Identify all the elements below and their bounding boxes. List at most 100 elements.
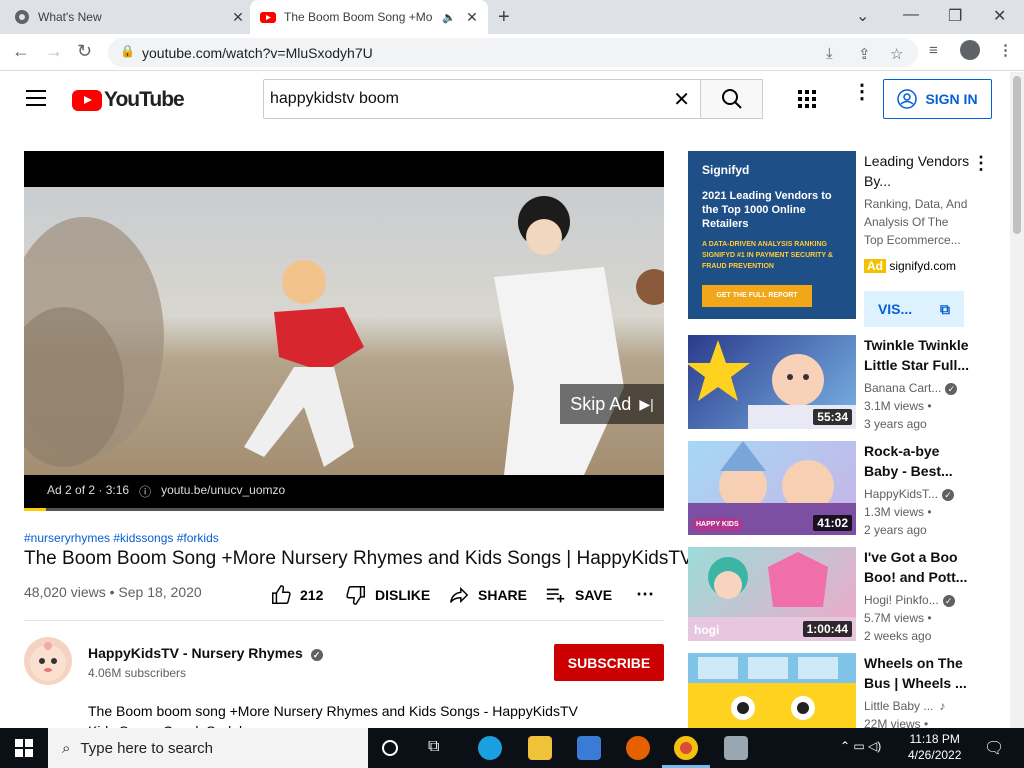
close-tab-icon[interactable]: ✕ [230, 9, 246, 26]
video-frame [24, 187, 664, 475]
ad-info-icon[interactable]: ⓘ [139, 483, 151, 500]
save-button[interactable]: SAVE [545, 584, 612, 606]
install-app-icon[interactable]: ⤓ [826, 45, 833, 62]
taskbar-search-box[interactable]: ⌕ Type here to search [48, 728, 368, 768]
share-icon [450, 586, 469, 604]
ad-progress-bar[interactable] [24, 508, 664, 511]
close-window-button[interactable]: ✕ [993, 6, 1006, 26]
store-icon[interactable] [577, 736, 601, 760]
video-views: 1.3M views • [864, 505, 932, 519]
clear-search-icon[interactable]: ✕ [673, 87, 690, 112]
app-icon[interactable] [724, 736, 748, 760]
new-tab-button[interactable]: + [498, 6, 510, 29]
edge-icon[interactable] [478, 736, 502, 760]
video-thumbnail[interactable] [688, 653, 856, 728]
sidebar-ad-card[interactable]: Signifyd 2021 Leading Vendors to the Top… [688, 151, 998, 327]
video-channel[interactable]: Hogi! Pinkfo... ✓ [864, 591, 955, 609]
video-channel[interactable]: Banana Cart... ✓ [864, 379, 958, 397]
video-duration: 1:00:44 [802, 621, 852, 637]
settings-menu-icon[interactable]: ⋮ [852, 82, 872, 102]
sign-in-button[interactable]: SIGN IN [883, 79, 992, 119]
verified-icon: ✓ [310, 649, 323, 661]
apps-grid-icon[interactable] [798, 90, 816, 108]
ad-menu-icon[interactable]: ⋮ [972, 153, 990, 174]
share-button[interactable]: SHARE [448, 584, 527, 606]
sidebar-video-card[interactable]: Wheels on The Bus | Wheels ... Little Ba… [688, 653, 998, 728]
task-view-icon[interactable]: ⧉ [428, 738, 452, 762]
video-channel[interactable]: Little Baby ... ♪ [864, 697, 945, 715]
video-frame-illustration [24, 196, 664, 475]
channel-label: HappyKidsT... [864, 487, 939, 501]
lock-icon[interactable]: 🔒 [120, 44, 135, 58]
address-bar[interactable]: 🔒 youtube.com/watch?v=MluSxodyh7U ⤓ ⇪ ☆ [108, 38, 918, 67]
tab-title: What's New [38, 10, 102, 24]
search-button[interactable] [700, 79, 763, 119]
ad-domain-row: Ad signifyd.com [864, 257, 956, 275]
system-tray-icons[interactable]: ⌃ ▭ ◁) [840, 739, 881, 753]
reload-button[interactable]: ↻ [77, 41, 92, 62]
page-scrollbar[interactable] [1010, 72, 1024, 728]
video-title[interactable]: Twinkle Twinkle Little Star Full... [864, 335, 974, 375]
video-thumbnail[interactable]: 55:34 [688, 335, 856, 429]
dislike-button[interactable]: DISLIKE [345, 584, 430, 606]
scrollbar-thumb[interactable] [1013, 76, 1021, 234]
search-input[interactable]: happykidstv boom ✕ [263, 79, 701, 119]
playlist-add-icon [546, 588, 565, 603]
youtube-logo[interactable]: YouTube [72, 88, 185, 112]
ad-title[interactable]: Leading Vendors By... [864, 151, 974, 191]
firefox-icon[interactable] [626, 736, 650, 760]
more-actions-icon[interactable]: ⋯ [636, 584, 654, 605]
browser-tab-whats-new[interactable]: What's New ✕ [14, 0, 246, 34]
video-title[interactable]: Rock-a-bye Baby - Best... [864, 441, 974, 481]
video-thumbnail[interactable]: hogi 1:00:44 [688, 547, 856, 641]
channel-avatar[interactable] [24, 637, 72, 685]
sidebar-video-card[interactable]: hogi 1:00:44 I've Got a Boo Boo! and Pot… [688, 547, 998, 643]
forward-button[interactable]: → [45, 41, 63, 62]
visit-site-button[interactable]: VIS... ⧉ [864, 291, 964, 327]
browser-tab-youtube[interactable]: The Boom Boom Song +Mo 🔈 ✕ [250, 0, 488, 34]
subscriber-count: 4.06M subscribers [88, 666, 187, 680]
verified-icon: ✓ [942, 595, 955, 607]
sidebar-video-card[interactable]: HAPPY KIDS 41:02 Rock-a-bye Baby - Best.… [688, 441, 998, 537]
sidebar-video-card[interactable]: 55:34 Twinkle Twinkle Little Star Full..… [688, 335, 998, 431]
channel-name[interactable]: HappyKidsTV - Nursery Rhymes ✓ [88, 645, 323, 661]
tab-search-icon[interactable]: ⌄ [856, 6, 869, 26]
media-control-icon[interactable]: ≡ [929, 42, 938, 59]
file-explorer-icon[interactable] [528, 736, 552, 760]
close-tab-icon[interactable]: ✕ [464, 9, 480, 26]
video-duration: 55:34 [813, 409, 852, 425]
share-page-icon[interactable]: ⇪ [858, 45, 871, 63]
cortana-icon[interactable] [382, 740, 398, 756]
hashtags[interactable]: #nurseryrhymes #kidssongs #forkids [24, 531, 219, 545]
ad-link[interactable]: youtu.be/unucv_uomzo [161, 483, 285, 500]
subscribe-button[interactable]: SUBSCRIBE [554, 644, 664, 681]
windows-start-icon[interactable] [15, 739, 33, 757]
notification-icon[interactable]: 🗨 [984, 738, 1004, 758]
video-thumbnail[interactable]: HAPPY KIDS 41:02 [688, 441, 856, 535]
verified-icon: ✓ [942, 489, 955, 501]
speaker-icon[interactable]: 🔈 [442, 11, 456, 24]
video-player[interactable]: Skip Ad ▶| Ad 2 of 2 · 3:16 ⓘ youtu.be/u… [24, 151, 664, 511]
restore-button[interactable]: ❐ [948, 6, 962, 26]
back-button[interactable]: ← [12, 41, 30, 62]
video-title[interactable]: I've Got a Boo Boo! and Pott... [864, 547, 974, 587]
video-age: 2 weeks ago [864, 629, 932, 643]
skip-ad-button[interactable]: Skip Ad ▶| [560, 384, 664, 424]
sign-in-label: SIGN IN [925, 91, 978, 107]
profile-avatar-icon[interactable] [960, 40, 980, 60]
ad-progress-fill [24, 508, 46, 511]
hamburger-menu-icon[interactable] [26, 90, 46, 106]
chrome-taskbar-icon[interactable] [674, 736, 698, 760]
clock-time: 11:18 PM [909, 732, 960, 746]
video-channel[interactable]: HappyKidsT... ✓ [864, 485, 955, 503]
search-icon: ⌕ [62, 739, 71, 757]
chrome-menu-icon[interactable]: ⋮ [998, 41, 1013, 59]
like-button[interactable]: 212 [270, 584, 323, 606]
ad-thumbnail[interactable]: Signifyd 2021 Leading Vendors to the Top… [688, 151, 856, 319]
taskbar-clock[interactable]: 11:18 PM 4/26/2022 [908, 731, 961, 763]
bookmark-star-icon[interactable]: ☆ [890, 45, 903, 63]
youtube-header: YouTube happykidstv boom ✕ ⋮ SIGN IN [0, 72, 1010, 128]
thumbs-up-icon [272, 585, 291, 604]
video-title[interactable]: Wheels on The Bus | Wheels ... [864, 653, 974, 693]
minimize-button[interactable]: — [903, 6, 919, 24]
